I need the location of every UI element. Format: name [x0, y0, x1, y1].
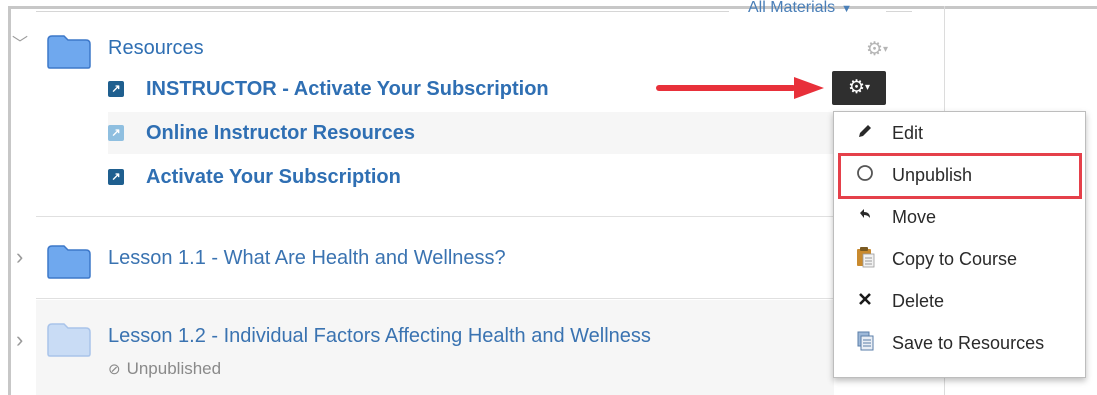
list-item[interactable]: ↗ Online Instructor Resources	[108, 112, 834, 154]
external-link-icon: ↗	[108, 81, 124, 97]
menu-item-save-to-resources[interactable]: Save to Resources	[834, 322, 1085, 364]
menu-item-move[interactable]: Move	[834, 196, 1085, 238]
chevron-right-icon[interactable]: ›	[16, 246, 23, 268]
folder-icon	[46, 34, 92, 70]
frame-top-border	[8, 6, 1097, 9]
chevron-down-icon: ▼	[841, 3, 853, 14]
gear-icon: ⚙	[847, 77, 865, 98]
context-menu: Edit Unpublish Move Copy to Course Delet…	[833, 111, 1086, 378]
menu-item-delete[interactable]: Delete	[834, 280, 1085, 322]
caret-down-icon: ▾	[883, 44, 889, 55]
module-title-lesson-1-1[interactable]: Lesson 1.1 - What Are Health and Wellnes…	[108, 246, 506, 270]
menu-item-label: Copy to Course	[892, 249, 1018, 269]
item-title[interactable]: INSTRUCTOR - Activate Your Subscription	[146, 77, 549, 101]
list-item[interactable]: ↗ Activate Your Subscription	[108, 156, 834, 198]
pencil-icon	[854, 120, 876, 142]
move-icon	[854, 204, 876, 226]
item-title[interactable]: Online Instructor Resources	[146, 121, 415, 145]
menu-item-label: Move	[892, 207, 937, 227]
chevron-right-icon[interactable]: ›	[16, 329, 23, 351]
all-materials-filter[interactable]: All Materials ▼	[748, 0, 852, 14]
filter-divider	[36, 11, 729, 12]
unpublished-status: ⊘ Unpublished	[108, 359, 221, 380]
folder-icon	[46, 244, 92, 280]
divider	[36, 216, 834, 217]
external-link-icon: ↗	[108, 169, 124, 185]
folder-icon	[46, 322, 92, 358]
menu-item-label: Delete	[892, 291, 945, 311]
save-resources-icon	[854, 330, 876, 352]
module-title-resources[interactable]: Resources	[108, 36, 204, 60]
clipboard-icon	[854, 246, 876, 268]
filter-label: All Materials	[748, 0, 836, 14]
module-title-lesson-1-2[interactable]: Lesson 1.2 - Individual Factors Affectin…	[108, 324, 651, 348]
gear-icon: ⚙	[866, 39, 884, 60]
divider	[36, 298, 834, 299]
ban-icon: ⊘	[108, 361, 121, 378]
filter-divider	[886, 11, 912, 12]
x-icon	[854, 288, 876, 310]
module-settings-gear[interactable]: ⚙▾	[866, 40, 888, 60]
frame-left-border	[8, 6, 11, 395]
external-link-icon: ↗	[108, 125, 124, 141]
menu-item-label: Edit	[892, 123, 924, 143]
menu-item-copy-to-course[interactable]: Copy to Course	[834, 238, 1085, 280]
red-arrow-annotation	[654, 76, 826, 100]
menu-item-label: Save to Resources	[892, 333, 1045, 353]
status-label: Unpublished	[126, 359, 222, 378]
item-settings-gear-button[interactable]: ⚙▾	[832, 71, 886, 105]
item-title[interactable]: Activate Your Subscription	[146, 165, 401, 189]
unpublish-highlight-annotation	[838, 153, 1082, 199]
menu-item-edit[interactable]: Edit	[834, 112, 1085, 154]
caret-down-icon: ▾	[865, 82, 871, 93]
chevron-down-icon[interactable]: ﹀	[12, 36, 28, 54]
